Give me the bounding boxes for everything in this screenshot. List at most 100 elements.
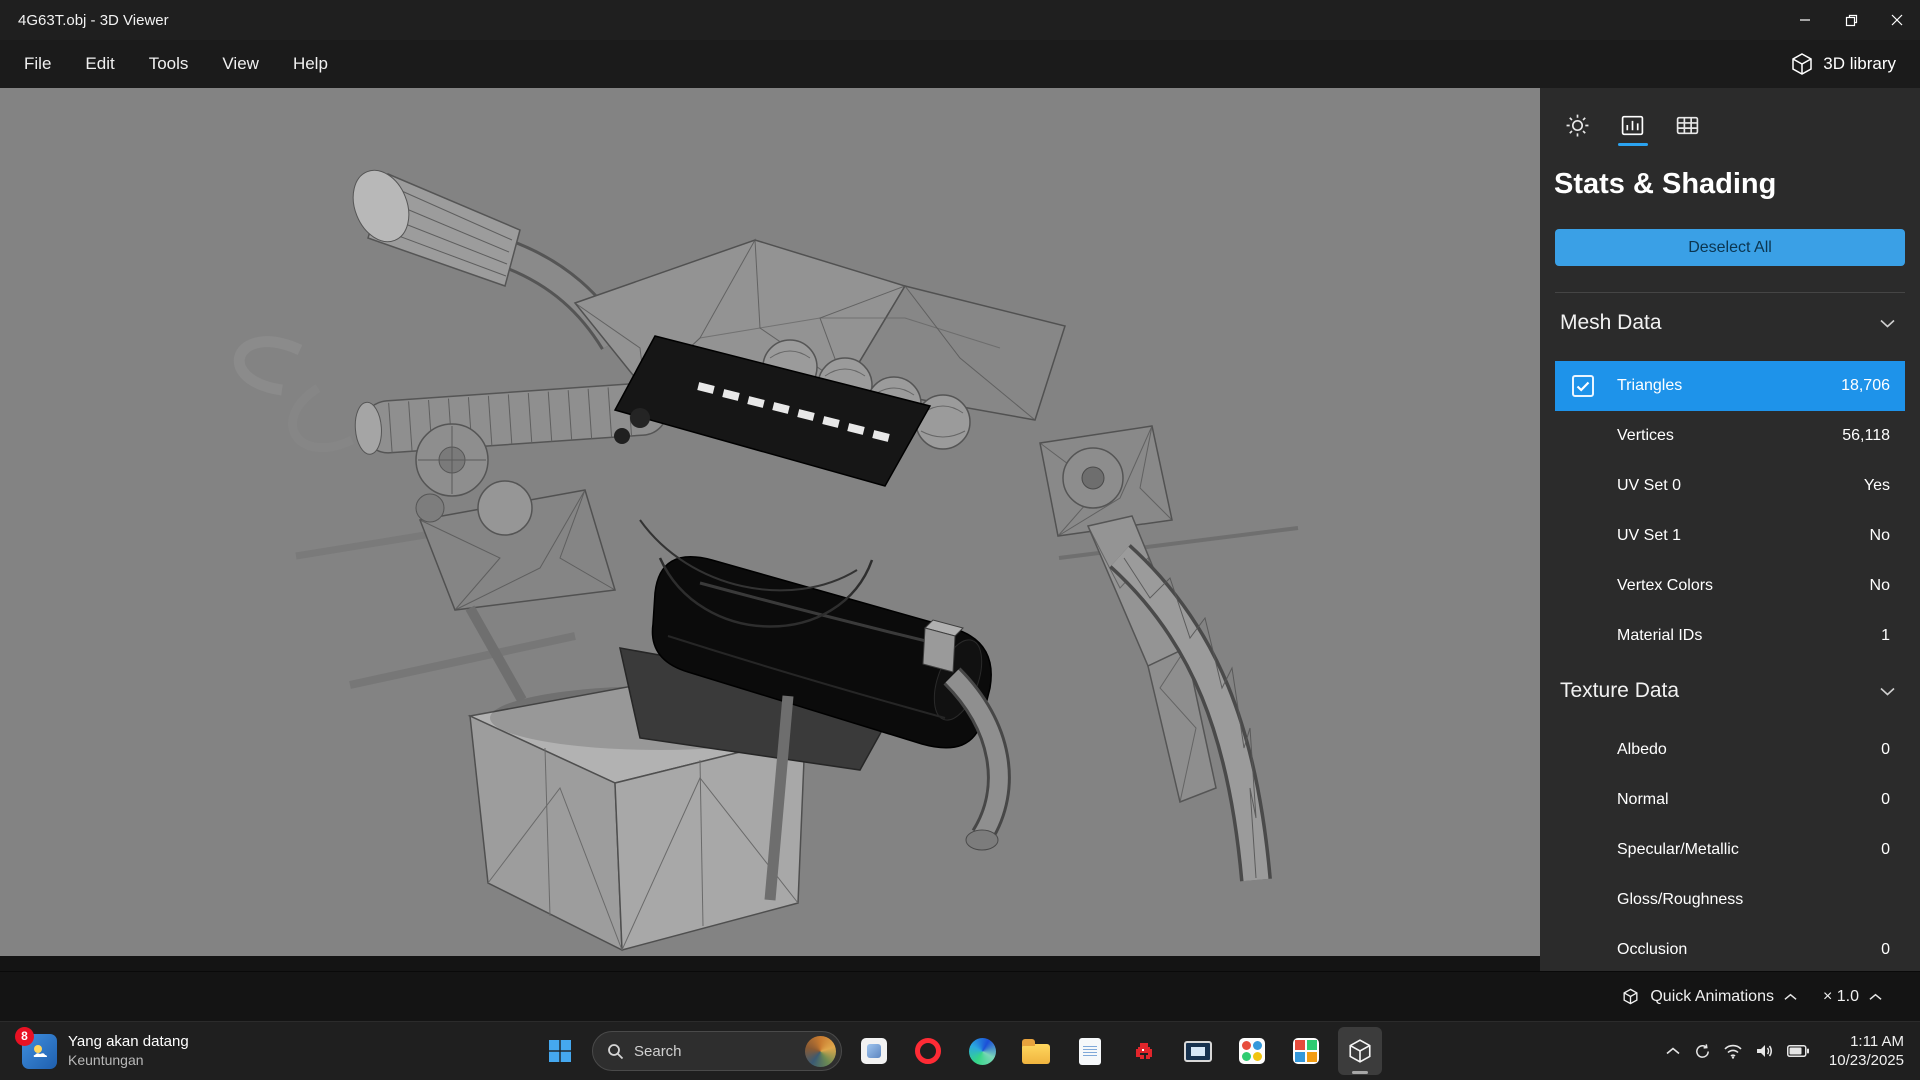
grid-icon: [1676, 116, 1699, 134]
mesh-data-label: Mesh Data: [1560, 311, 1662, 334]
row-vertex-colors[interactable]: Vertex Colors No: [1555, 561, 1905, 611]
tray-sync-button[interactable]: [1694, 1043, 1711, 1060]
menu-edit[interactable]: Edit: [68, 40, 131, 88]
row-label: UV Set 0: [1617, 477, 1682, 494]
mesh-data-header[interactable]: Mesh Data: [1540, 297, 1920, 349]
tab-grid[interactable]: [1660, 104, 1715, 146]
quick-animations-control[interactable]: Quick Animations: [1621, 987, 1797, 1006]
row-value: No: [1869, 577, 1890, 594]
row-label: Triangles: [1617, 377, 1683, 394]
tray-volume-button[interactable]: [1755, 1043, 1775, 1059]
widget-subline: Keuntungan: [68, 1051, 144, 1068]
opera-icon: [915, 1038, 941, 1064]
tray-chevron-button[interactable]: [1666, 1047, 1680, 1055]
taskbar-app-monitor[interactable]: [1176, 1027, 1220, 1075]
tray-network-button[interactable]: [1723, 1043, 1743, 1059]
menu-file[interactable]: File: [0, 40, 68, 88]
texture-data-rows: Albedo 0 Normal 0 Specular/Metallic 0 Gl…: [1540, 725, 1920, 971]
row-value: 0: [1881, 841, 1890, 858]
row-label: Albedo: [1617, 741, 1667, 758]
row-normal[interactable]: Normal 0: [1555, 775, 1905, 825]
taskbar-app-media[interactable]: [1230, 1027, 1274, 1075]
row-value: 0: [1881, 941, 1890, 958]
row-occlusion[interactable]: Occlusion 0: [1555, 925, 1905, 971]
cube-icon: [1792, 53, 1812, 75]
3d-viewport[interactable]: [0, 88, 1540, 956]
row-material-ids[interactable]: Material IDs 1: [1555, 611, 1905, 661]
weather-icon: [33, 1045, 47, 1057]
tray-battery-button[interactable]: [1786, 1045, 1809, 1057]
close-icon: [1891, 14, 1903, 26]
taskbar-app-file-explorer[interactable]: [1014, 1027, 1058, 1075]
close-button[interactable]: [1874, 0, 1920, 40]
sun-icon: [1566, 114, 1589, 136]
chevron-down-icon: [1880, 687, 1895, 696]
minimize-icon: [1800, 19, 1810, 21]
taskbar-app-photos[interactable]: [852, 1027, 896, 1075]
search-label: Search: [634, 1042, 682, 1060]
speaker-icon: [1756, 1045, 1772, 1057]
stats-icon: [1621, 115, 1644, 135]
row-gloss-roughness[interactable]: Gloss/Roughness: [1555, 875, 1905, 925]
row-value: Yes: [1863, 477, 1890, 494]
tab-lighting[interactable]: [1550, 104, 1605, 146]
row-uv-set-1[interactable]: UV Set 1 No: [1555, 511, 1905, 561]
search-highlight-thumbnail[interactable]: [805, 1035, 836, 1067]
battery-icon: [1786, 1045, 1809, 1057]
row-vertices[interactable]: Vertices 56,118: [1555, 411, 1905, 461]
row-label: UV Set 1: [1617, 527, 1682, 544]
system-tray: 1:11 AM 10/23/2025: [1666, 1022, 1910, 1080]
chevron-up-icon: [1666, 1047, 1680, 1055]
menu-help[interactable]: Help: [276, 40, 345, 88]
taskbar-app-3d-viewer[interactable]: [1338, 1027, 1382, 1075]
row-label: Specular/Metallic: [1617, 841, 1739, 858]
minimize-button[interactable]: [1782, 0, 1828, 40]
3d-library-label: 3D library: [1823, 54, 1896, 73]
menu-tools[interactable]: Tools: [132, 40, 206, 88]
sync-icon: [1696, 1043, 1709, 1058]
chevron-down-icon: [1880, 319, 1895, 328]
taskbar: 8 Yang akan datang Keuntungan Search 1:1…: [0, 1021, 1920, 1080]
widgets-button[interactable]: 8 Yang akan datang Keuntungan: [14, 1022, 197, 1080]
deselect-all-button[interactable]: Deselect All: [1555, 229, 1905, 266]
row-label: Occlusion: [1617, 941, 1688, 958]
title-bar: 4G63T.obj - 3D Viewer: [0, 0, 1920, 40]
search-box[interactable]: Search: [592, 1031, 842, 1071]
taskbar-app-notepad[interactable]: [1068, 1027, 1112, 1075]
row-albedo[interactable]: Albedo 0: [1555, 725, 1905, 775]
taskbar-clock[interactable]: 1:11 AM 10/23/2025: [1829, 1032, 1904, 1071]
restore-icon: [1845, 14, 1857, 26]
start-button[interactable]: [538, 1027, 582, 1075]
chevron-up-icon: [1869, 993, 1882, 1000]
menu-bar: File Edit Tools View Help 3D library: [0, 40, 1920, 88]
clock-time: 1:11 AM: [1850, 1032, 1904, 1050]
file-explorer-icon: [1022, 1039, 1050, 1064]
taskbar-center: Search: [538, 1022, 1382, 1080]
taskbar-app-blocks[interactable]: [1284, 1027, 1328, 1075]
menu-view[interactable]: View: [205, 40, 276, 88]
taskbar-app-game[interactable]: [1122, 1027, 1166, 1075]
active-tab-underline: [1617, 143, 1648, 146]
widgets-icon: 8: [15, 1026, 57, 1069]
stats-panel: Stats & Shading Deselect All Mesh Data T…: [1540, 88, 1920, 971]
media-icon: [1239, 1038, 1265, 1064]
taskbar-app-opera[interactable]: [906, 1027, 950, 1075]
taskbar-app-edge[interactable]: [960, 1027, 1004, 1075]
engine-model[interactable]: [0, 88, 1540, 956]
texture-data-header[interactable]: Texture Data: [1540, 665, 1920, 717]
row-value: 0: [1881, 741, 1890, 758]
content-area: Stats & Shading Deselect All Mesh Data T…: [0, 88, 1920, 971]
3d-library-button[interactable]: 3D library: [1766, 40, 1920, 88]
row-uv-set-0[interactable]: UV Set 0 Yes: [1555, 461, 1905, 511]
row-specular-metallic[interactable]: Specular/Metallic 0: [1555, 825, 1905, 875]
row-triangles[interactable]: Triangles 18,706: [1555, 361, 1905, 411]
row-label: Gloss/Roughness: [1617, 891, 1744, 908]
row-label: Vertices: [1617, 427, 1674, 444]
restore-button[interactable]: [1828, 0, 1874, 40]
playback-speed-control[interactable]: × 1.0: [1823, 988, 1882, 1006]
row-label: Material IDs: [1617, 627, 1703, 644]
row-label: Normal: [1617, 791, 1669, 808]
quick-animations-label: Quick Animations: [1650, 987, 1774, 1005]
tab-stats-shading[interactable]: [1605, 104, 1660, 146]
triangles-checkbox[interactable]: [1572, 375, 1594, 397]
